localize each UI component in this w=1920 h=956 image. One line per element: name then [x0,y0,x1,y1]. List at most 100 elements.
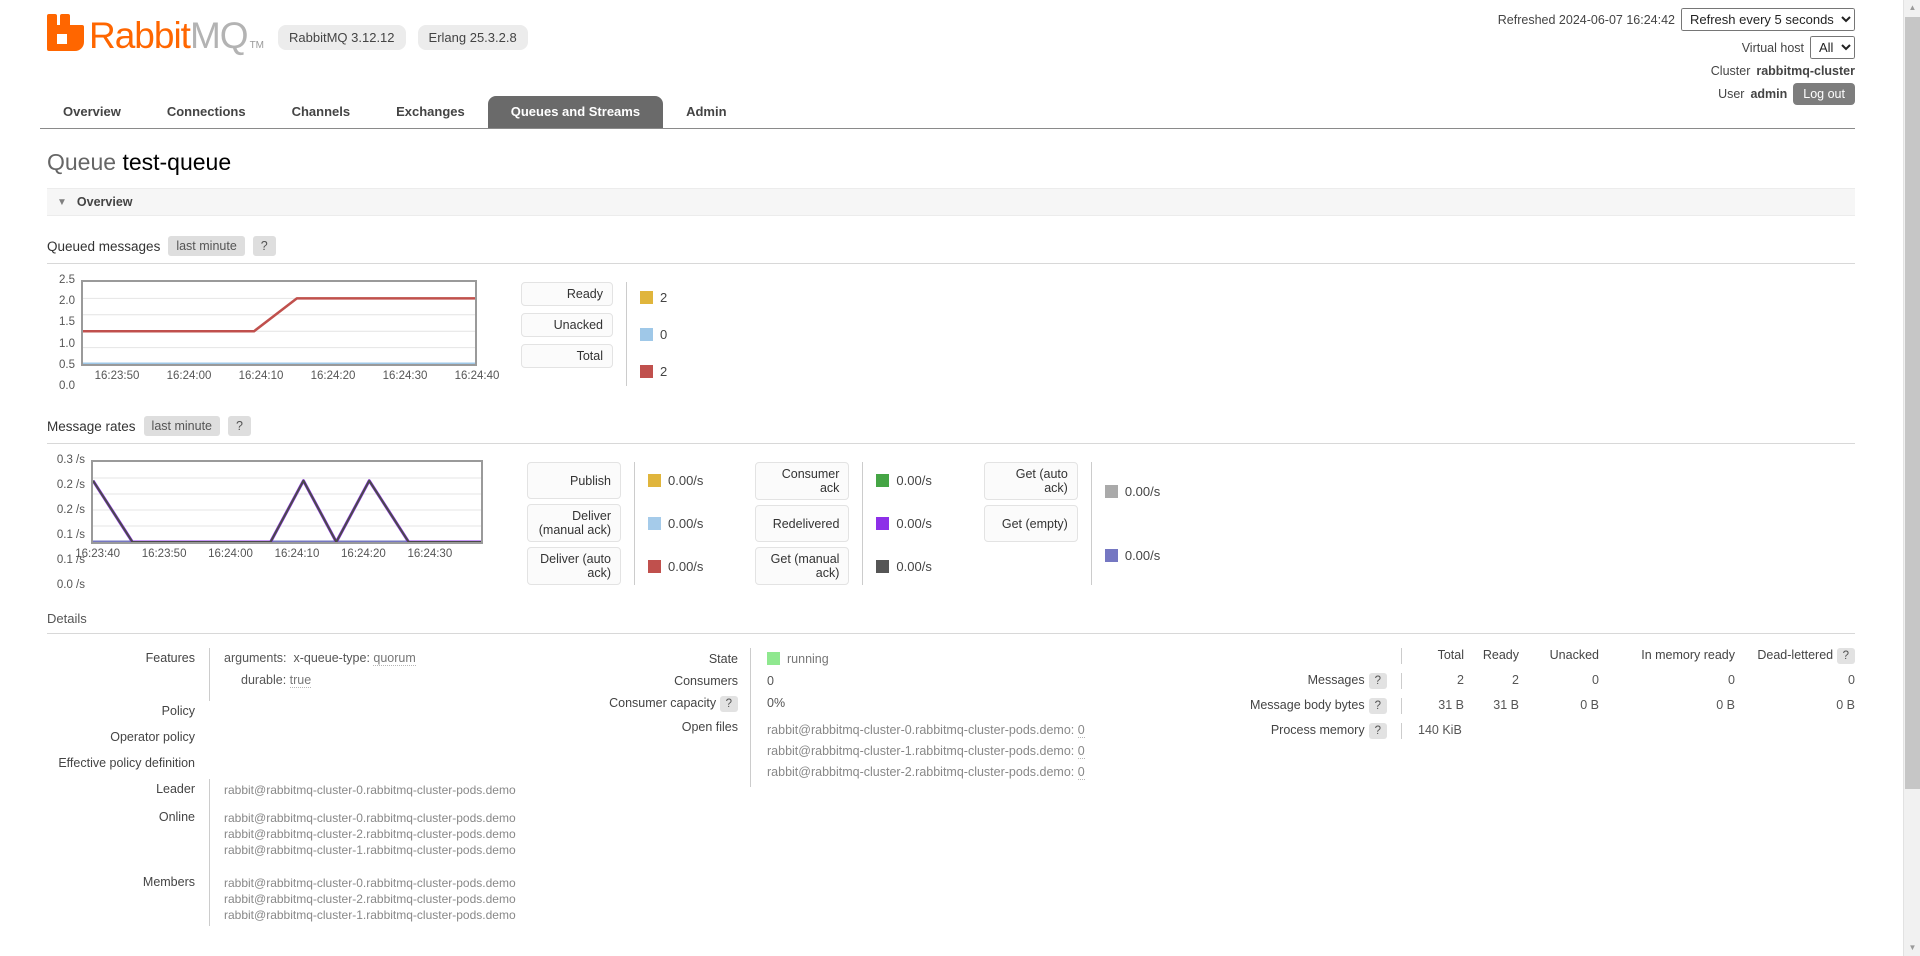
arg-value: quorum [373,651,415,666]
rates-range-pill[interactable]: last minute [144,416,220,436]
legend-entry-publish: 0.00/s [648,462,703,500]
page-title-prefix: Queue [47,149,116,175]
help-icon[interactable]: ? [1369,698,1387,714]
x-tick-label: 16:24:30 [407,548,452,560]
logo-trademark: TM [250,40,264,51]
help-icon[interactable]: ? [1837,648,1855,664]
legend-value: 0.00/s [668,559,703,574]
scrollbar-up-arrow[interactable]: ▲ [1904,0,1920,16]
y-tick-label: 0.1 /s [57,529,85,541]
section-overview-toggle[interactable]: ▼ Overview [47,188,1855,216]
x-tick-label: 16:24:10 [275,548,320,560]
features-label: Features [47,648,209,701]
legend-divider [862,462,863,585]
y-tick-label: 1.5 [59,316,75,328]
state-running-swatch [767,652,780,665]
legend-label-consumer-ack[interactable]: Consumer ack [755,462,849,500]
queued-range-pill[interactable]: last minute [168,236,244,256]
consumers-label: Consumers [592,670,750,692]
legend-label-publish[interactable]: Publish [527,462,621,499]
member-node: rabbit@rabbitmq-cluster-2.rabbitmq-clust… [224,891,592,907]
legend-label-ready[interactable]: Ready [521,282,613,306]
online-node: rabbit@rabbitmq-cluster-0.rabbitmq-clust… [224,810,592,826]
tab-overview[interactable]: Overview [40,96,144,128]
virtual-host-select[interactable]: All [1810,36,1855,59]
open-files-count: 0 [1078,744,1085,759]
message-rates-chart: 0.3 /s0.2 /s0.2 /s0.1 /s0.1 /s0.0 /s 16:… [47,460,483,585]
legend-entry-deliver-manual-ack: 0.00/s [648,505,703,543]
divider [47,263,1855,264]
queued-chart-plot [83,282,475,364]
legend-value: 0.00/s [668,516,703,531]
tab-connections[interactable]: Connections [144,96,269,128]
scrollbar-down-arrow[interactable]: ▼ [1904,940,1920,956]
stats-col-total: Total [1402,648,1464,664]
legend-value: 0.00/s [1125,548,1160,563]
legend-value: 0.00/s [896,559,931,574]
consumers-value: 0 [750,670,1172,692]
legend-label-unacked[interactable]: Unacked [521,313,613,337]
legend-label-get-auto-ack[interactable]: Get (auto ack) [984,462,1078,500]
rates-chart-plot [93,462,481,542]
member-node: rabbit@rabbitmq-cluster-1.rabbitmq-clust… [224,907,592,923]
stats-value: 0 B [1735,698,1855,714]
cluster-name: rabbitmq-cluster [1756,64,1855,78]
tab-channels[interactable]: Channels [269,96,374,128]
tab-admin[interactable]: Admin [663,96,749,128]
x-tick-label: 16:24:00 [167,370,212,382]
user-name: admin [1750,87,1787,101]
legend-divider [626,282,627,386]
legend-entry-get-empty: 0.00/s [1105,526,1160,585]
legend-value: 2 [660,364,667,379]
members-label: Members [47,872,209,926]
open-files-node: rabbit@rabbitmq-cluster-0.rabbitmq-clust… [767,720,1172,741]
legend-label-get-empty[interactable]: Get (empty) [984,505,1078,542]
legend-value: 0.00/s [668,473,703,488]
help-icon[interactable]: ? [253,236,276,256]
page-title: Queue test-queue [47,149,1855,176]
help-icon[interactable]: ? [720,696,738,712]
legend-swatch [1105,549,1118,562]
open-files-values: rabbit@rabbitmq-cluster-0.rabbitmq-clust… [750,716,1172,787]
tab-queues-and-streams[interactable]: Queues and Streams [488,96,663,128]
queued-chart-x-axis: 16:23:5016:24:0016:24:1016:24:2016:24:30… [81,370,477,386]
help-icon[interactable]: ? [1369,673,1387,689]
virtual-host-label: Virtual host [1742,41,1804,55]
online-nodes: rabbit@rabbitmq-cluster-0.rabbitmq-clust… [209,807,592,872]
details-middle-table: State running Consumers 0 Consumer capac… [592,648,1172,787]
help-icon[interactable]: ? [1369,723,1387,739]
legend-label-get-manual-ack[interactable]: Get (manual ack) [755,547,849,585]
refresh-interval-select[interactable]: Refresh every 5 seconds [1681,8,1855,31]
member-nodes: rabbit@rabbitmq-cluster-0.rabbitmq-clust… [209,872,592,926]
y-tick-label: 0.5 [59,359,75,371]
leader-node: rabbit@rabbitmq-cluster-0.rabbitmq-clust… [224,783,516,797]
x-tick-label: 16:24:30 [383,370,428,382]
logout-button[interactable]: Log out [1793,83,1855,105]
x-tick-label: 16:23:50 [95,370,140,382]
legend-label-redelivered[interactable]: Redelivered [755,505,849,542]
details-heading: Details [47,611,1855,626]
vertical-scrollbar[interactable]: ▲ ▼ [1903,0,1920,956]
legend-label-total[interactable]: Total [521,344,613,368]
scrollbar-thumb[interactable] [1905,17,1920,789]
stats-col-dead-lettered: Dead-lettered ? [1735,648,1855,664]
legend-value: 2 [660,290,667,305]
open-files-count: 0 [1078,723,1085,738]
features-value: arguments: x-queue-type: quorum durable:… [209,648,592,701]
tab-exchanges[interactable]: Exchanges [373,96,488,128]
online-node: rabbit@rabbitmq-cluster-2.rabbitmq-clust… [224,826,592,842]
open-files-node: rabbit@rabbitmq-cluster-2.rabbitmq-clust… [767,762,1172,783]
y-tick-label: 2.5 [59,274,75,286]
legend-label-deliver-manual-ack[interactable]: Deliver (manual ack) [527,504,621,542]
legend-entry-consumer-ack: 0.00/s [876,462,931,500]
rabbitmq-logo[interactable]: RabbitMQTM [47,14,264,51]
logo-text-mq: MQ [190,20,248,51]
state-label: State [592,648,750,670]
consumer-capacity-label: Consumer capacity ? [592,692,750,716]
legend-value: 0 [660,327,667,342]
legend-value: 0.00/s [1125,484,1160,499]
help-icon[interactable]: ? [228,416,251,436]
legend-label-deliver-auto-ack[interactable]: Deliver (auto ack) [527,547,621,585]
stats-value: 0 B [1519,698,1599,714]
legend-swatch [876,474,889,487]
